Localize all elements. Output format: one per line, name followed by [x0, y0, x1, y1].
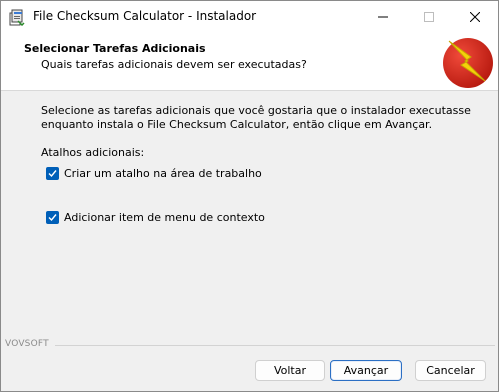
maximize-icon [424, 11, 434, 22]
cancel-button[interactable]: Cancelar [415, 360, 486, 381]
minimize-button[interactable] [360, 1, 406, 32]
task-checkbox-desktop-shortcut[interactable]: Criar um atalho na área de trabalho [46, 166, 262, 180]
task-label: Adicionar item de menu de contexto [64, 210, 265, 224]
footer-divider [55, 345, 495, 346]
checkbox-checked-icon[interactable] [46, 166, 59, 180]
task-description: Selecione as tarefas adicionais que você… [41, 104, 471, 132]
close-icon [470, 11, 480, 22]
installer-icon [9, 9, 25, 26]
title-bar[interactable]: File Checksum Calculator - Instalador [1, 1, 498, 32]
task-label: Criar um atalho na área de trabalho [64, 166, 262, 180]
description-line-2: enquanto instala o File Checksum Calcula… [41, 118, 433, 131]
page-subtitle: Quais tarefas adicionais devem ser execu… [41, 58, 307, 71]
maximize-button [406, 1, 452, 32]
back-button[interactable]: Voltar [255, 360, 325, 381]
brand-label: VOVSOFT [5, 339, 49, 349]
window-title: File Checksum Calculator - Instalador [33, 9, 257, 23]
section-label: Atalhos adicionais: [41, 146, 145, 159]
next-button[interactable]: Avançar [330, 360, 402, 381]
page-title: Selecionar Tarefas Adicionais [24, 42, 206, 55]
minimize-icon [378, 16, 388, 17]
description-line-1: Selecione as tarefas adicionais que você… [41, 104, 471, 117]
checkbox-checked-icon[interactable] [46, 210, 59, 224]
task-checkbox-context-menu[interactable]: Adicionar item de menu de contexto [46, 210, 265, 224]
wizard-header: Selecionar Tarefas Adicionais Quais tare… [1, 32, 498, 91]
close-button[interactable] [452, 1, 498, 32]
installer-window: File Checksum Calculator - Instalador Se… [0, 0, 499, 392]
lightning-logo [443, 38, 493, 88]
